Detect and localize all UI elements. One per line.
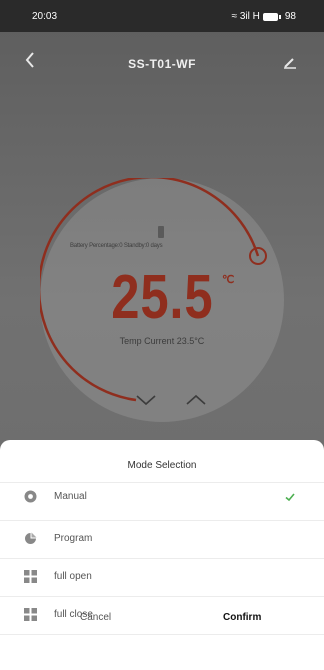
mode-item-full-close[interactable]: full close bbox=[0, 596, 324, 634]
app-header: SS-T01-WF bbox=[0, 32, 324, 82]
page-title: SS-T01-WF bbox=[128, 57, 196, 71]
mode-label: Manual bbox=[54, 491, 87, 502]
temperature-number: 25.5 bbox=[110, 263, 214, 332]
device-battery-icon bbox=[158, 226, 164, 238]
grid-icon bbox=[24, 570, 37, 583]
mode-item-manual[interactable]: Manual bbox=[0, 478, 324, 516]
status-indicators: ≈ 3il H 98 bbox=[232, 11, 296, 22]
grid-icon bbox=[24, 608, 37, 621]
temperature-unit: ℃ bbox=[222, 274, 235, 286]
battery-level: 98 bbox=[284, 11, 296, 22]
signal-icon: ≈ 3il H bbox=[231, 11, 260, 22]
mode-item-full-open[interactable]: full open bbox=[0, 558, 324, 596]
decrease-temp-button[interactable] bbox=[132, 390, 160, 410]
check-icon bbox=[284, 490, 296, 502]
cancel-button[interactable]: Cancel bbox=[80, 612, 111, 623]
increase-temp-button[interactable] bbox=[182, 390, 210, 410]
mode-label: Program bbox=[54, 533, 93, 544]
battery-status-text: Battery Percentage:0 Standby:0 days bbox=[70, 243, 163, 249]
mode-label: full open bbox=[54, 571, 92, 582]
edit-icon[interactable] bbox=[282, 54, 298, 70]
divider bbox=[0, 634, 324, 635]
target-temperature: 25.5 bbox=[0, 262, 324, 333]
status-bar: 20:03 ≈ 3il H 98 bbox=[0, 0, 324, 32]
status-time: 20:03 bbox=[32, 11, 58, 22]
program-icon bbox=[24, 532, 37, 545]
battery-icon bbox=[262, 12, 281, 21]
current-temperature: Temp Current 23.5°C bbox=[119, 336, 205, 346]
thermostat-screen: 20:03 ≈ 3il H 98 SS-T01-WF Battery Perce… bbox=[0, 0, 324, 670]
confirm-button[interactable]: Confirm bbox=[223, 612, 261, 623]
mode-item-program[interactable]: Program bbox=[0, 520, 324, 558]
mode-selection-sheet: Mode Selection Manual Program full open bbox=[0, 440, 324, 670]
sheet-title: Mode Selection bbox=[127, 460, 197, 471]
manual-icon bbox=[24, 490, 37, 503]
